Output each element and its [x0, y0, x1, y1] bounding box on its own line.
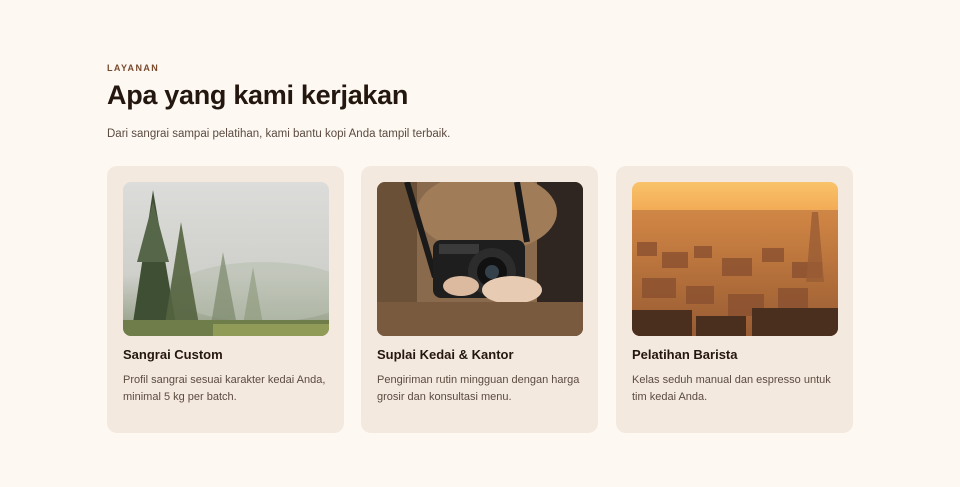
service-card-suplai[interactable]: Suplai Kedai & Kantor Pengiriman rutin m… [361, 166, 598, 433]
card-title: Pelatihan Barista [632, 347, 738, 362]
service-card-sangrai[interactable]: Sangrai Custom Profil sangrai sesuai kar… [107, 166, 344, 433]
section-eyebrow: LAYANAN [107, 63, 160, 73]
service-card-pelatihan[interactable]: Pelatihan Barista Kelas seduh manual dan… [616, 166, 853, 433]
card-title: Suplai Kedai & Kantor [377, 347, 514, 362]
card-description: Pengiriman rutin mingguan dengan harga g… [377, 374, 580, 403]
city-sunset-image [632, 182, 838, 336]
misty-forest-image [123, 182, 329, 336]
section-title: Apa yang kami kerjakan [107, 80, 409, 110]
card-description: Profil sangrai sesuai karakter kedai And… [123, 374, 326, 403]
camera-photo-image [377, 182, 583, 336]
card-title: Sangrai Custom [123, 347, 223, 362]
section-subtitle: Dari sangrai sampai pelatihan, kami bant… [107, 128, 451, 140]
card-description: Kelas seduh manual dan espresso untuk ti… [632, 374, 831, 403]
